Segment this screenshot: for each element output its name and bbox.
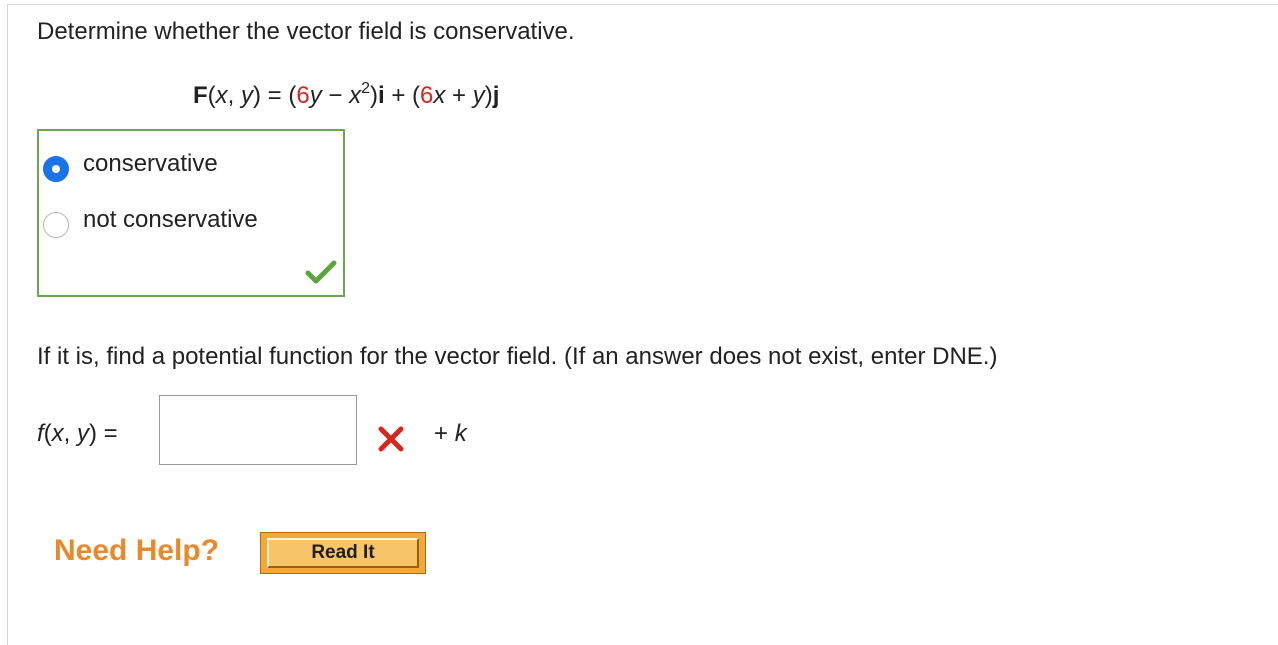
x-mark-icon [378, 426, 404, 452]
eq-var-y: y [241, 82, 254, 109]
eq-minus: − [321, 82, 350, 109]
func-paren: ( [43, 420, 52, 447]
plus-constant: + k [434, 420, 467, 448]
potential-function-label: f(x, y) = [37, 420, 118, 448]
func-comma: , [63, 420, 78, 447]
potential-function-prompt: If it is, find a potential function for … [37, 343, 998, 370]
question-text: Determine whether the vector field is co… [37, 18, 575, 45]
eq-exponent: 2 [361, 80, 370, 97]
eq-coefficient-2: 6 [420, 82, 434, 109]
func-var-y: y [77, 420, 90, 447]
eq-var-x: x [433, 82, 446, 109]
eq-paren: ) [484, 82, 493, 109]
eq-unit-j: j [492, 82, 500, 109]
read-it-label[interactable]: Read It [267, 538, 419, 568]
need-help-label: Need Help? [54, 534, 220, 567]
eq-plus: + [445, 82, 473, 109]
potential-function-input[interactable] [159, 395, 357, 465]
eq-paren: ( [207, 82, 216, 109]
choice-label-conservative[interactable]: conservative [83, 150, 218, 178]
plus-sign: + [434, 420, 455, 447]
func-var-x: x [51, 420, 64, 447]
choice-label-not-conservative[interactable]: not conservative [83, 206, 258, 234]
func-f: f [37, 420, 44, 447]
eq-var-y: y [472, 82, 485, 109]
eq-var-x: x [349, 82, 362, 109]
radio-conservative[interactable] [43, 156, 69, 182]
eq-unit-i: i [377, 82, 385, 109]
checkmark-icon [305, 260, 337, 284]
eq-paren: ) [369, 82, 378, 109]
eq-comma: , [227, 82, 242, 109]
func-equals: ) = [89, 420, 118, 447]
read-it-button[interactable]: Read It [260, 532, 426, 574]
radio-not-conservative[interactable] [43, 212, 69, 238]
eq-equals: ) = ( [253, 82, 297, 109]
vector-field-equation: F(x, y) = (6y − x2)i + (6x + y)j [193, 80, 500, 110]
eq-var-y: y [309, 82, 322, 109]
eq-plus: + ( [384, 82, 420, 109]
eq-F: F [193, 82, 208, 109]
eq-var-x: x [215, 82, 228, 109]
eq-coefficient-1: 6 [296, 82, 310, 109]
constant-k: k [454, 420, 467, 447]
